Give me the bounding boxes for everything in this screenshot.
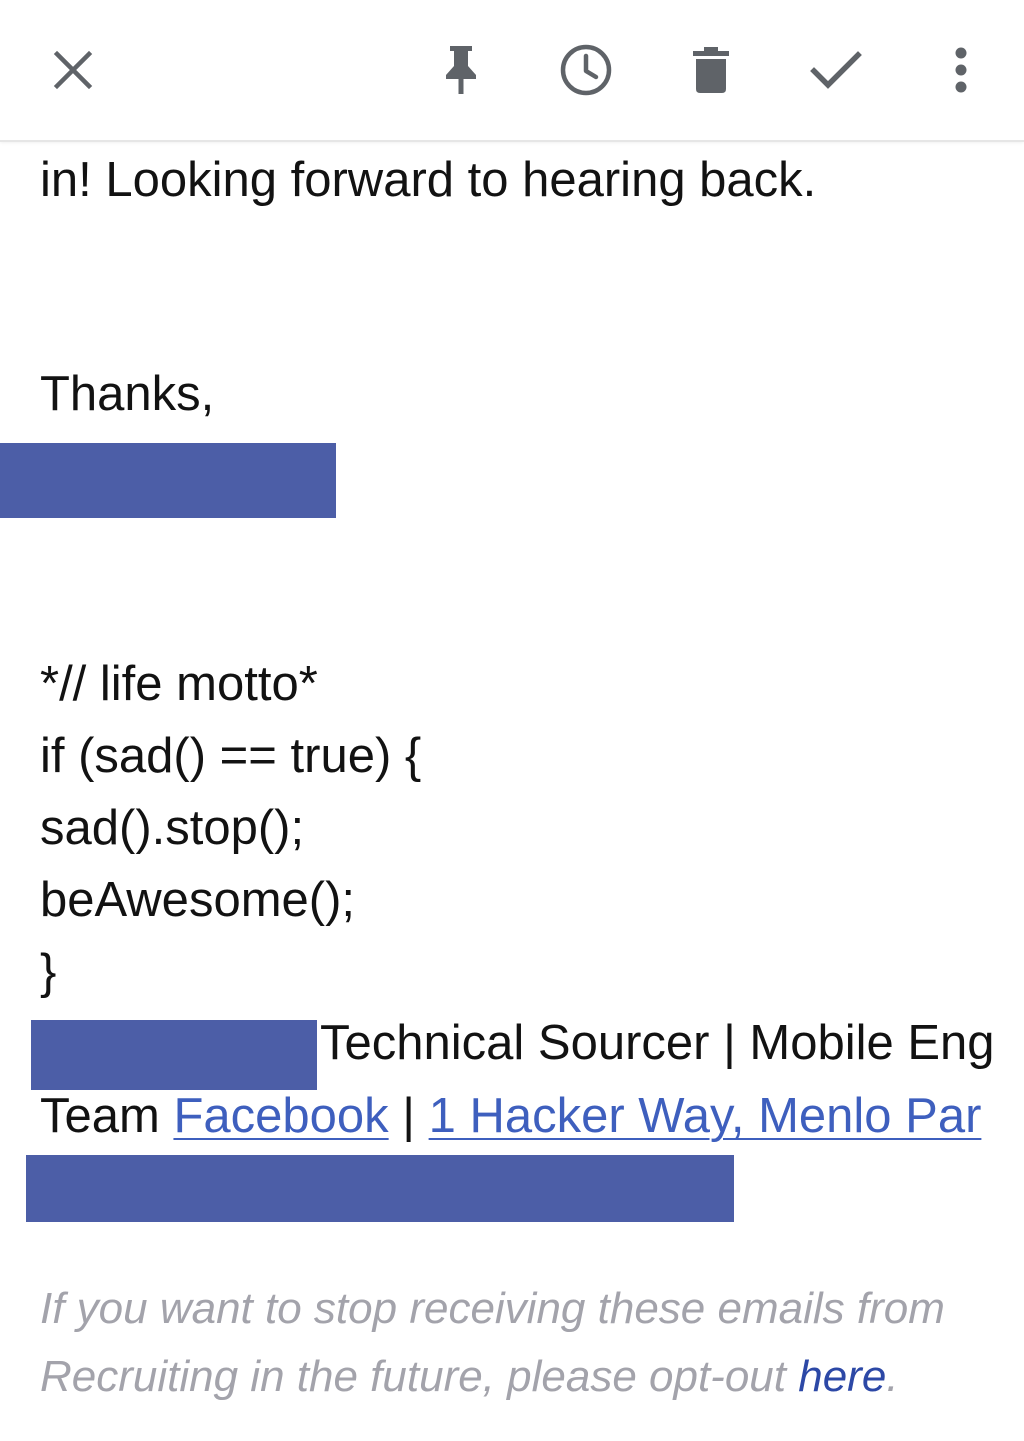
signature-team-line: Team Facebook | 1 Hacker Way, Menlo Par	[40, 1086, 981, 1146]
email-body: in! Looking forward to hearing back. Tha…	[0, 142, 1024, 1441]
motto-comment: *// life motto*	[40, 657, 318, 711]
signoff-text: Thanks,	[40, 367, 215, 421]
redacted-signature-name	[31, 1020, 317, 1090]
email-action-toolbar	[0, 0, 1024, 142]
address-link[interactable]: 1 Hacker Way, Menlo Par	[429, 1089, 982, 1143]
close-button[interactable]	[33, 30, 113, 110]
close-icon	[53, 50, 93, 90]
optout-footer-line-1: If you want to stop receiving these emai…	[40, 1284, 945, 1333]
code-line: beAwesome();	[40, 873, 356, 927]
closing-line: in! Looking forward to hearing back.	[40, 153, 817, 207]
delete-button[interactable]	[671, 30, 751, 110]
checkmark-icon	[810, 51, 862, 89]
redacted-sender-name	[0, 443, 336, 518]
mark-done-button[interactable]	[796, 30, 876, 110]
footer-period: .	[886, 1352, 899, 1401]
facebook-link[interactable]: Facebook	[173, 1089, 388, 1143]
snooze-button[interactable]	[546, 30, 626, 110]
pin-icon	[446, 46, 476, 94]
footer-text: Recruiting in the future, please opt-out	[40, 1352, 799, 1401]
pin-button[interactable]	[421, 30, 501, 110]
signature-separator: |	[388, 1089, 429, 1143]
more-options-button[interactable]	[921, 30, 1001, 110]
code-line: }	[40, 945, 57, 999]
redacted-contact-info	[26, 1155, 734, 1222]
code-line: sad().stop();	[40, 801, 305, 855]
code-line: if (sad() == true) {	[40, 729, 422, 783]
optout-footer-line-2: Recruiting in the future, please opt-out…	[40, 1343, 899, 1411]
more-vert-icon	[955, 47, 967, 93]
snooze-clock-icon	[560, 44, 612, 96]
signature-role: Technical Sourcer | Mobile Eng	[320, 1016, 995, 1070]
optout-here-link[interactable]: here	[798, 1352, 886, 1401]
trash-icon	[693, 47, 729, 93]
team-prefix: Team	[40, 1089, 174, 1143]
